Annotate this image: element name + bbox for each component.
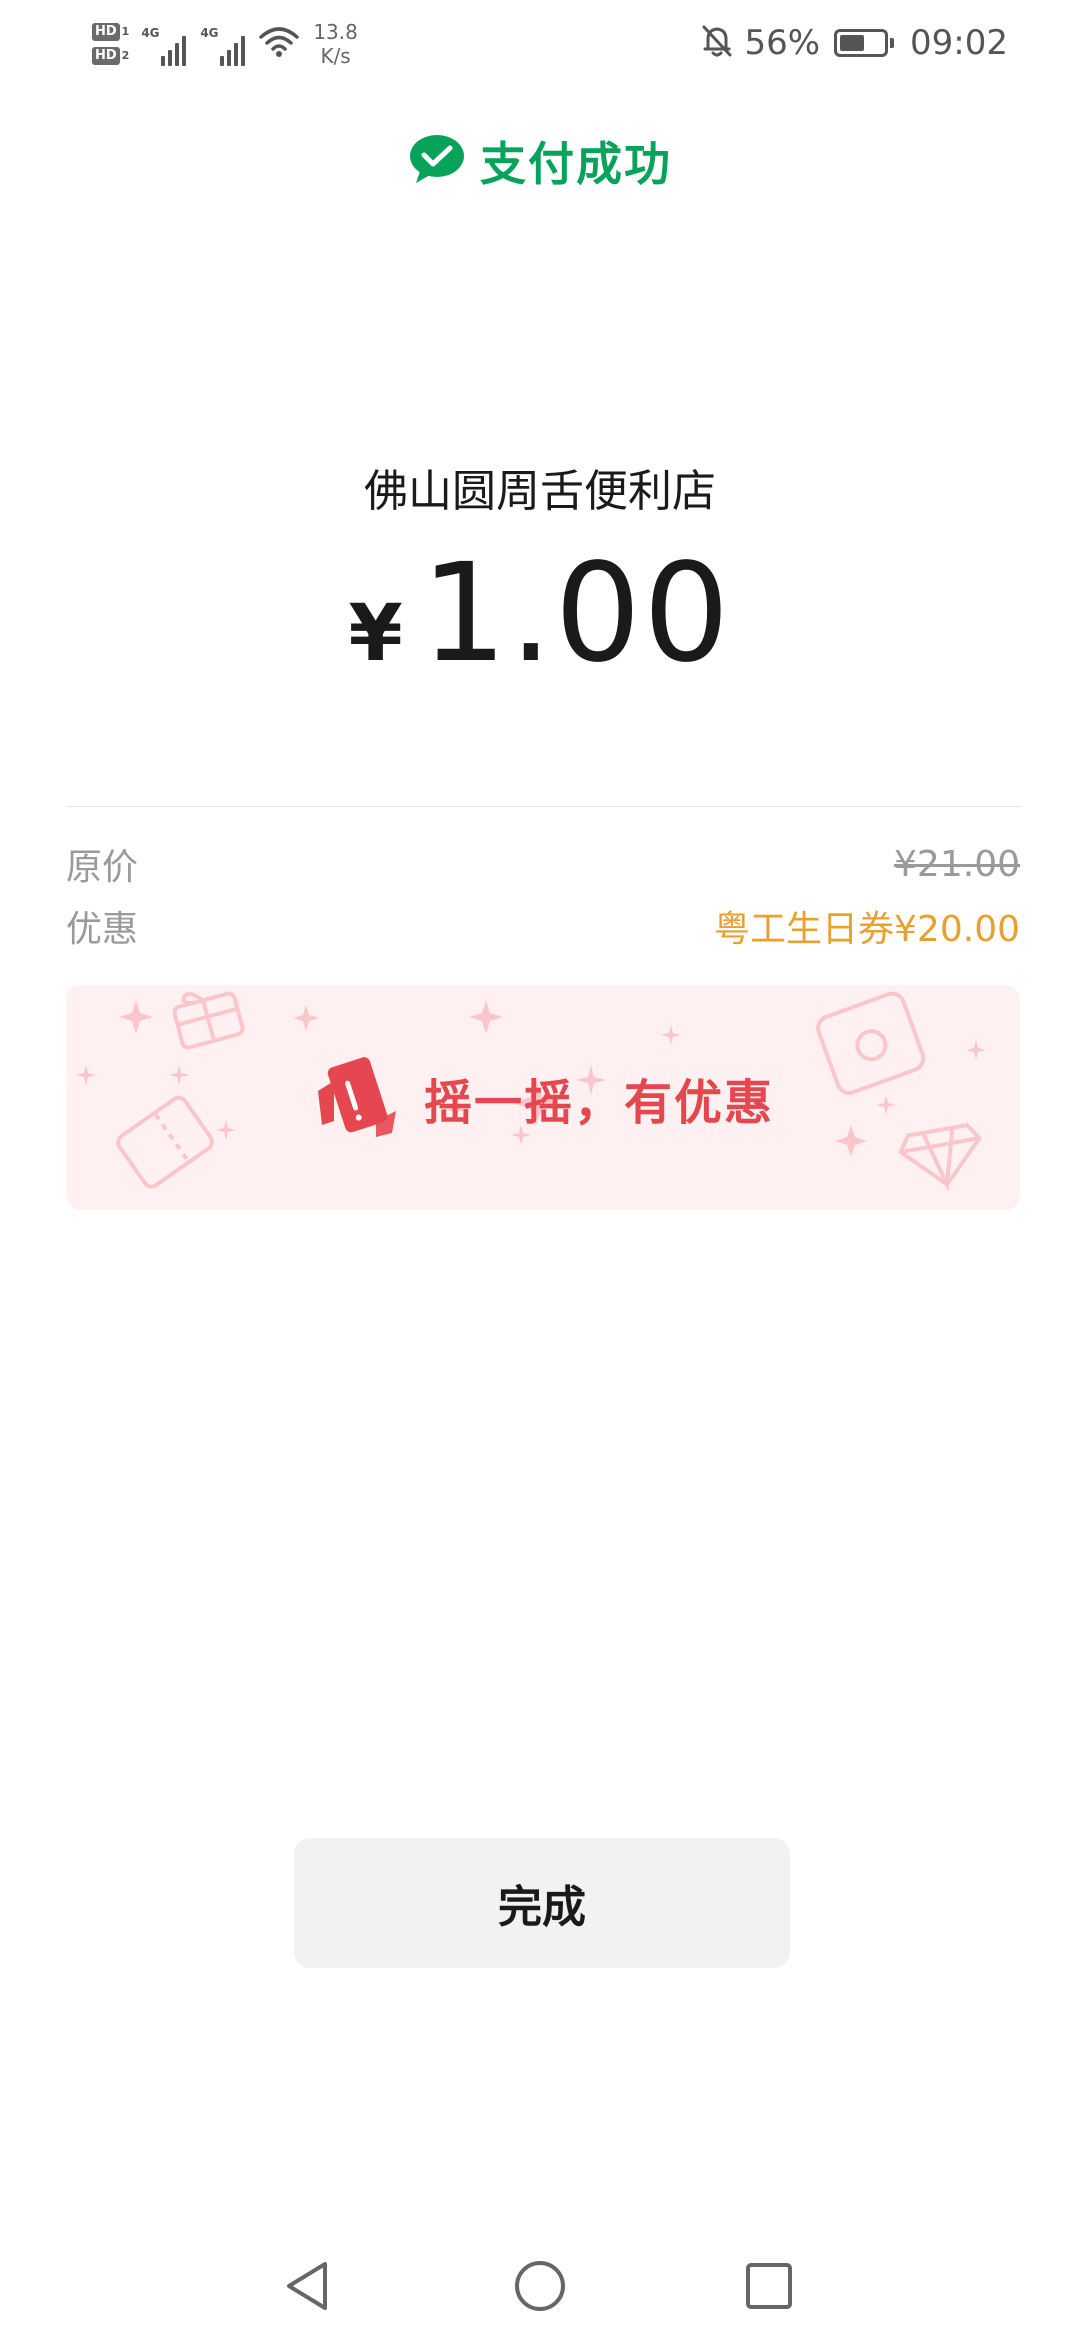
system-nav-bar — [0, 2240, 1080, 2330]
wifi-icon — [259, 25, 300, 63]
original-price-value: ¥21.00 — [894, 843, 1020, 885]
signal-sim-1: 4G — [141, 22, 187, 66]
hd-indicators: HD 1 HD 2 — [92, 23, 129, 65]
discount-row: 优惠 粤工生日券¥20.00 — [66, 900, 1020, 952]
triangle-back-icon — [287, 2262, 327, 2310]
hd-badge-1: HD 1 — [92, 23, 129, 41]
banner-content: 摇一摇，有优惠 — [66, 985, 1020, 1210]
currency-symbol: ¥ — [348, 589, 403, 679]
shake-phone-icon — [312, 1051, 402, 1145]
hd-sim-number: 1 — [121, 25, 130, 38]
nav-home-button[interactable] — [508, 2254, 572, 2318]
banner-text: 摇一摇，有优惠 — [423, 1074, 774, 1131]
hd-label: HD — [92, 47, 120, 65]
original-price-label: 原价 — [66, 847, 139, 888]
network-speed-value: 13.8 — [313, 20, 358, 44]
amount-value: 1.00 — [420, 535, 732, 693]
battery-icon — [834, 29, 895, 57]
payment-amount: ¥ 1.00 — [0, 535, 1080, 693]
network-type-label: 4G — [141, 26, 160, 40]
signal-bars-icon — [161, 32, 187, 66]
signal-sim-2: 4G — [200, 22, 246, 66]
bell-off-icon — [700, 23, 734, 63]
discount-value: 粤工生日券¥20.00 — [714, 909, 1020, 950]
network-type-label: 4G — [200, 26, 219, 40]
status-bar-left: HD 1 HD 2 4G 4G 13.8 K/s — [92, 14, 358, 74]
divider — [66, 806, 1022, 807]
merchant-name: 佛山圆周舌便利店 — [364, 466, 716, 517]
payment-success-header: 支付成功 — [0, 128, 1080, 194]
wechat-pay-icon — [408, 133, 466, 189]
page-title: 支付成功 — [480, 137, 672, 191]
done-button[interactable]: 完成 — [294, 1838, 790, 1968]
status-bar-right: 56% 09:02 — [700, 18, 1008, 68]
hd-sim-number: 2 — [121, 49, 130, 62]
shake-promo-banner[interactable]: 摇一摇，有优惠 — [66, 985, 1020, 1210]
status-bar: HD 1 HD 2 4G 4G 13.8 K/s 56% 09:02 — [0, 0, 1080, 90]
circle-home-icon — [515, 2261, 565, 2311]
signal-bars-icon — [220, 32, 246, 66]
clock: 09:02 — [910, 23, 1008, 63]
square-recents-icon — [746, 2263, 792, 2309]
nav-recents-button[interactable] — [737, 2254, 801, 2318]
nav-back-button[interactable] — [276, 2254, 340, 2318]
hd-label: HD — [92, 23, 120, 41]
discount-label: 优惠 — [66, 909, 139, 950]
battery-level — [840, 35, 864, 51]
network-speed-unit: K/s — [320, 44, 351, 68]
original-price-row: 原价 ¥21.00 — [66, 838, 1020, 890]
hd-badge-2: HD 2 — [92, 47, 129, 65]
network-speed: 13.8 K/s — [313, 20, 358, 68]
battery-percent: 56% — [744, 23, 821, 63]
